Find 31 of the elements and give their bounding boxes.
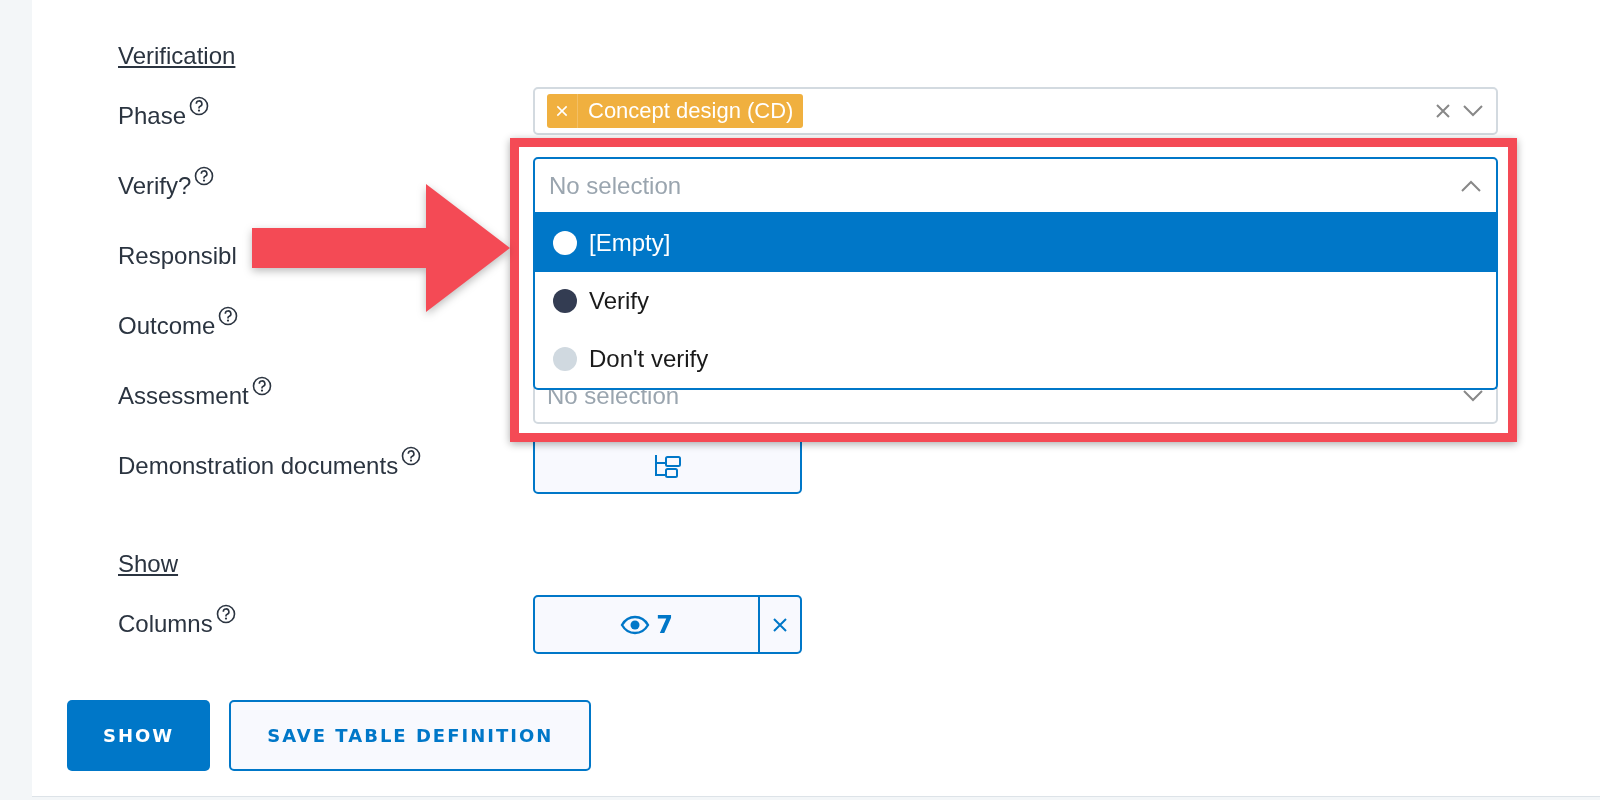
- field-label: Outcome: [118, 312, 216, 340]
- select-field[interactable]: No selection: [533, 157, 1498, 214]
- tag-label: Concept design (CD): [587, 98, 795, 124]
- placeholder-text: No selection: [549, 171, 682, 200]
- section-heading: Show: [118, 550, 179, 579]
- section-heading: Verification: [118, 42, 236, 71]
- save-button[interactable]: SAVE TABLE DEFINITION: [229, 700, 592, 771]
- help-icon[interactable]: [401, 446, 422, 466]
- field-label: Demonstration documents: [118, 452, 399, 480]
- help-icon[interactable]: [251, 376, 272, 396]
- help-icon[interactable]: [189, 96, 210, 116]
- field-label: Responsibl: [118, 242, 237, 270]
- eye-icon: [620, 614, 651, 635]
- field-label: Assessment: [118, 382, 249, 410]
- close-icon[interactable]: [1434, 102, 1452, 120]
- dropdown-option[interactable]: Verify: [535, 272, 1496, 330]
- tree-icon: [652, 452, 683, 479]
- help-icon[interactable]: [218, 306, 239, 326]
- clear-button[interactable]: [760, 595, 802, 654]
- dropdown-option[interactable]: [Empty]: [535, 214, 1496, 272]
- field-label: Phase: [118, 102, 187, 130]
- show-button[interactable]: SHOW: [67, 700, 211, 771]
- help-icon[interactable]: [215, 604, 236, 624]
- close-icon[interactable]: [771, 615, 789, 634]
- chevron-up-icon[interactable]: [1460, 178, 1482, 193]
- help-icon[interactable]: [194, 166, 215, 186]
- chevron-down-icon[interactable]: [1462, 388, 1484, 403]
- columns-button[interactable]: 7: [533, 595, 760, 654]
- field-label: Columns: [118, 610, 213, 638]
- field-label: Verify?: [118, 172, 192, 200]
- chevron-down-icon[interactable]: [1462, 104, 1484, 118]
